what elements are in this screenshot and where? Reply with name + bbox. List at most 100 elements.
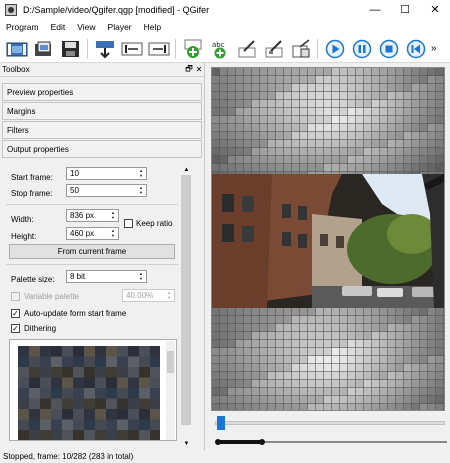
scroll-down-icon[interactable]: ▼ (180, 441, 193, 447)
crop-icon[interactable] (287, 37, 314, 61)
spin-arrows-icon[interactable]: ▲ ▼ (165, 291, 173, 300)
maximize-button[interactable]: ☐ (390, 0, 420, 19)
scroll-up-icon[interactable]: ▲ (180, 167, 193, 173)
mosaic-cell (396, 348, 404, 356)
palette-scrollbar[interactable] (166, 341, 175, 440)
set-end-icon[interactable] (145, 37, 172, 61)
spin-arrows-icon[interactable]: ▲ ▼ (109, 211, 117, 220)
edit-object-2-icon[interactable] (260, 37, 287, 61)
frame-slider-handle[interactable] (217, 416, 225, 430)
mosaic-cell (284, 316, 292, 324)
mosaic-cell (372, 348, 380, 356)
close-icon[interactable]: ✕ (194, 65, 204, 74)
palette-swatch (29, 430, 40, 440)
mosaic-cell (316, 340, 324, 348)
width-spinbox[interactable]: 836 px ▲ ▼ (66, 209, 119, 222)
mosaic-cell (420, 124, 428, 132)
palette-size-spinbox[interactable]: 8 bit ▲ ▼ (66, 270, 147, 283)
mosaic-cell (316, 348, 324, 356)
start-frame-spinbox[interactable]: 10 ▲ ▼ (66, 167, 147, 180)
spin-arrows-icon[interactable]: ▲ ▼ (137, 186, 145, 195)
stop-frame-spinbox[interactable]: 50 ▲ ▼ (66, 184, 147, 197)
menu-view[interactable]: View (71, 22, 101, 32)
set-start-icon[interactable] (118, 37, 145, 61)
menu-program[interactable]: Program (0, 22, 45, 32)
mosaic-cell (332, 388, 340, 396)
section-preview-properties[interactable]: Preview properties (2, 83, 202, 101)
height-spinbox[interactable]: 460 px ▲ ▼ (66, 227, 119, 240)
divider (6, 204, 178, 205)
close-button[interactable]: ✕ (420, 0, 450, 19)
palette-swatch (106, 388, 117, 399)
mosaic-cell (292, 100, 300, 108)
palette-swatch (29, 398, 40, 409)
mosaic-cell (356, 108, 364, 116)
section-margins[interactable]: Margins (2, 102, 202, 120)
dithering-checkbox[interactable]: ✓ (11, 324, 20, 333)
range-end-handle[interactable] (259, 439, 265, 445)
frame-slider[interactable] (215, 421, 445, 425)
previous-icon[interactable] (402, 37, 429, 61)
palette-scroll-thumb[interactable] (167, 351, 174, 373)
mosaic-cell (324, 404, 332, 410)
auto-update-checkbox[interactable]: ✓ (11, 309, 20, 318)
edit-object-icon[interactable] (233, 37, 260, 61)
keep-ratio-checkbox[interactable] (124, 219, 133, 228)
add-text-icon[interactable]: abc (206, 37, 233, 61)
pause-icon[interactable] (348, 37, 375, 61)
toolbox-scrollbar[interactable]: ▲ ▼ (180, 167, 193, 447)
menu-player[interactable]: Player (102, 22, 138, 32)
play-icon[interactable] (321, 37, 348, 61)
toolbox-scroll-thumb[interactable] (181, 175, 191, 425)
section-output-properties[interactable]: Output properties (2, 140, 202, 158)
mosaic-cell (420, 364, 428, 372)
palette-swatch (95, 346, 106, 357)
mosaic-cell (316, 356, 324, 364)
from-current-frame-button[interactable]: From current frame (9, 244, 175, 259)
add-object-icon[interactable] (179, 37, 206, 61)
menu-help[interactable]: Help (138, 22, 167, 32)
spin-arrows-icon[interactable]: ▲ ▼ (137, 272, 145, 281)
mosaic-cell (292, 124, 300, 132)
mosaic-cell (356, 404, 364, 410)
palette-swatch (139, 419, 150, 430)
palette-swatch (117, 419, 128, 430)
mosaic-cell (388, 372, 396, 380)
minimize-button[interactable]: — (360, 0, 390, 19)
stop-icon[interactable] (375, 37, 402, 61)
range-start-handle[interactable] (215, 439, 221, 445)
mosaic-cell (212, 324, 220, 332)
toolbar-overflow-icon[interactable]: » (431, 43, 437, 54)
section-filters[interactable]: Filters (2, 121, 202, 139)
mosaic-cell (428, 308, 436, 316)
mosaic-cell (428, 76, 436, 84)
mosaic-cell (292, 164, 300, 172)
mosaic-cell (380, 92, 388, 100)
save-project-icon[interactable] (57, 37, 84, 61)
mosaic-cell (332, 156, 340, 164)
float-icon[interactable]: 🗗 (184, 63, 194, 77)
variable-palette-spinbox[interactable]: 40.00% ▲ ▼ (122, 289, 175, 302)
mosaic-cell (332, 332, 340, 340)
menu-edit[interactable]: Edit (45, 22, 72, 32)
mosaic-cell (324, 156, 332, 164)
mosaic-cell (276, 132, 284, 140)
mosaic-cell (220, 68, 228, 76)
mosaic-cell (276, 404, 284, 410)
spin-arrows-icon[interactable]: ▲ ▼ (137, 169, 145, 178)
mosaic-cell (260, 124, 268, 132)
mosaic-cell (276, 364, 284, 372)
open-project-icon[interactable] (30, 37, 57, 61)
palette-swatch (106, 377, 117, 388)
spin-arrows-icon[interactable]: ▲ ▼ (109, 229, 117, 238)
palette-swatch (139, 398, 150, 409)
title-bar: D:/Sample/video/Qgifer.qgp [modified] - … (0, 0, 450, 19)
mosaic-cell (260, 316, 268, 324)
mosaic-cell (404, 348, 412, 356)
mosaic-cell (412, 116, 420, 124)
extract-gif-icon[interactable] (91, 37, 118, 61)
variable-palette-checkbox[interactable] (11, 292, 20, 301)
mosaic-cell (340, 84, 348, 92)
mosaic-cell (252, 404, 260, 410)
load-video-icon[interactable] (3, 37, 30, 61)
